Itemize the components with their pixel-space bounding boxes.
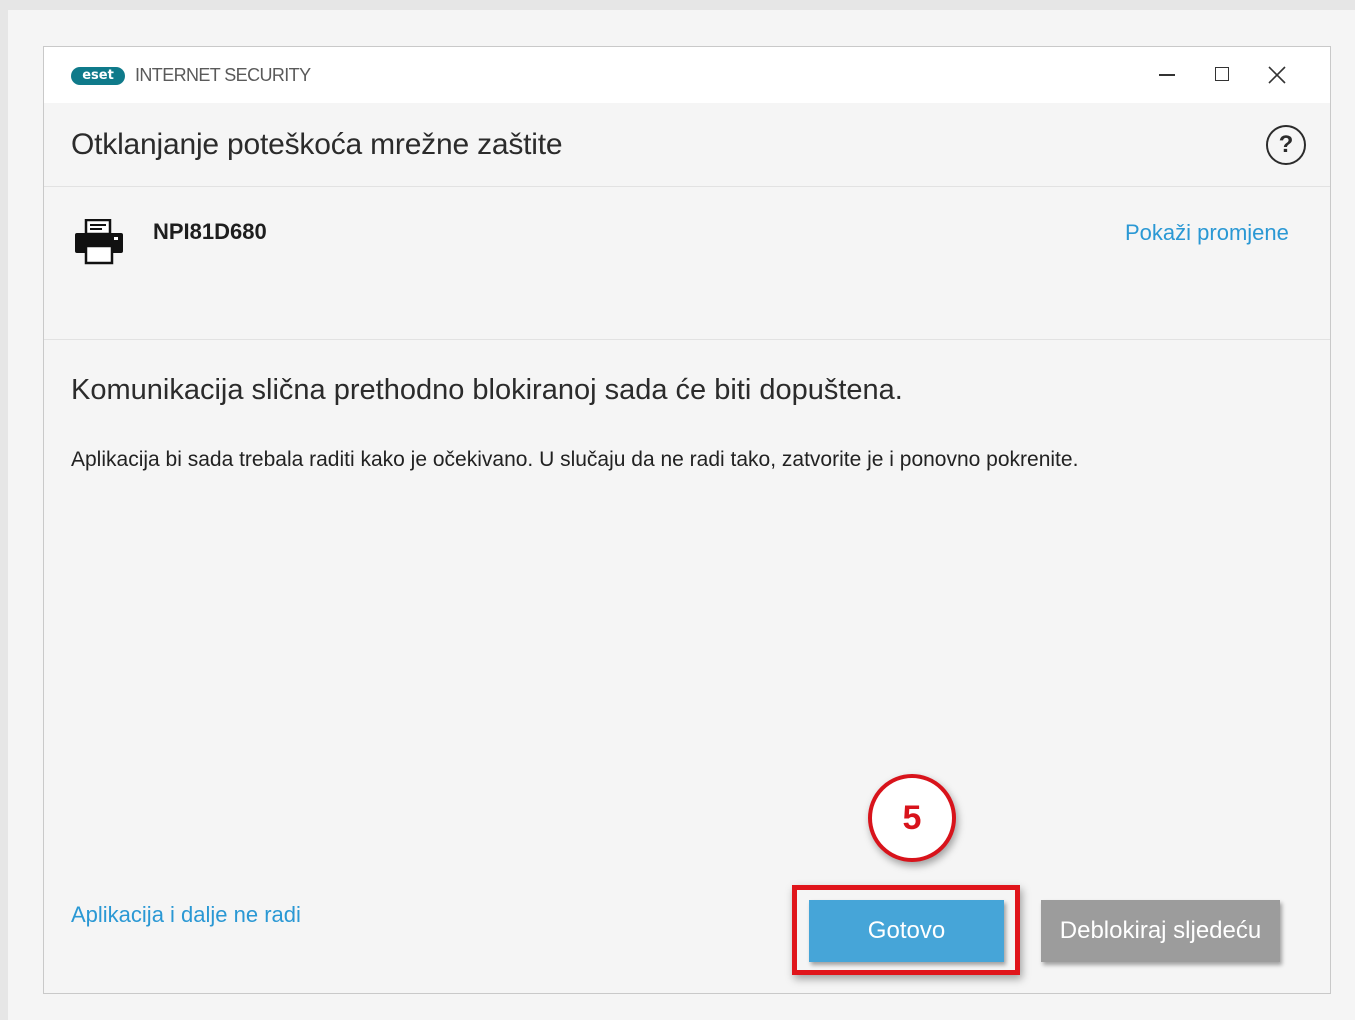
done-button[interactable]: Gotovo	[809, 900, 1004, 962]
step-annotation-badge: 5	[868, 774, 956, 862]
device-name: NPI81D680	[153, 219, 267, 244]
app-still-not-working-link[interactable]: Aplikacija i dalje ne radi	[71, 902, 301, 928]
maximize-icon	[1215, 67, 1229, 81]
dialog-title: Otklanjanje poteškoća mrežne zaštite	[71, 128, 563, 161]
printer-icon	[75, 219, 123, 265]
product-name: INTERNET SECURITY	[135, 65, 311, 85]
show-changes-link[interactable]: Pokaži promjene	[1125, 220, 1289, 246]
minimize-button[interactable]	[1150, 59, 1184, 91]
maximize-button[interactable]	[1206, 59, 1240, 91]
help-icon[interactable]: ?	[1266, 125, 1306, 165]
result-description: Aplikacija bi sada trebala raditi kako j…	[71, 448, 1079, 471]
dialog-header: Otklanjanje poteškoća mrežne zaštite ?	[44, 103, 1330, 187]
title-bar: eset INTERNET SECURITY	[44, 47, 1330, 103]
device-section: NPI81D680 Pokaži promjene	[44, 187, 1330, 340]
unblock-next-button[interactable]: Deblokiraj sljedeću	[1041, 900, 1280, 962]
eset-logo: eset	[71, 66, 125, 85]
close-button[interactable]	[1260, 59, 1294, 91]
product-brand: eset INTERNET SECURITY	[71, 65, 311, 86]
eset-dialog-window: eset INTERNET SECURITY Otklanjanje poteš…	[43, 46, 1331, 994]
close-icon	[1268, 66, 1286, 84]
minimize-icon	[1159, 74, 1175, 76]
result-headline: Komunikacija slična prethodno blokiranoj…	[71, 374, 903, 406]
